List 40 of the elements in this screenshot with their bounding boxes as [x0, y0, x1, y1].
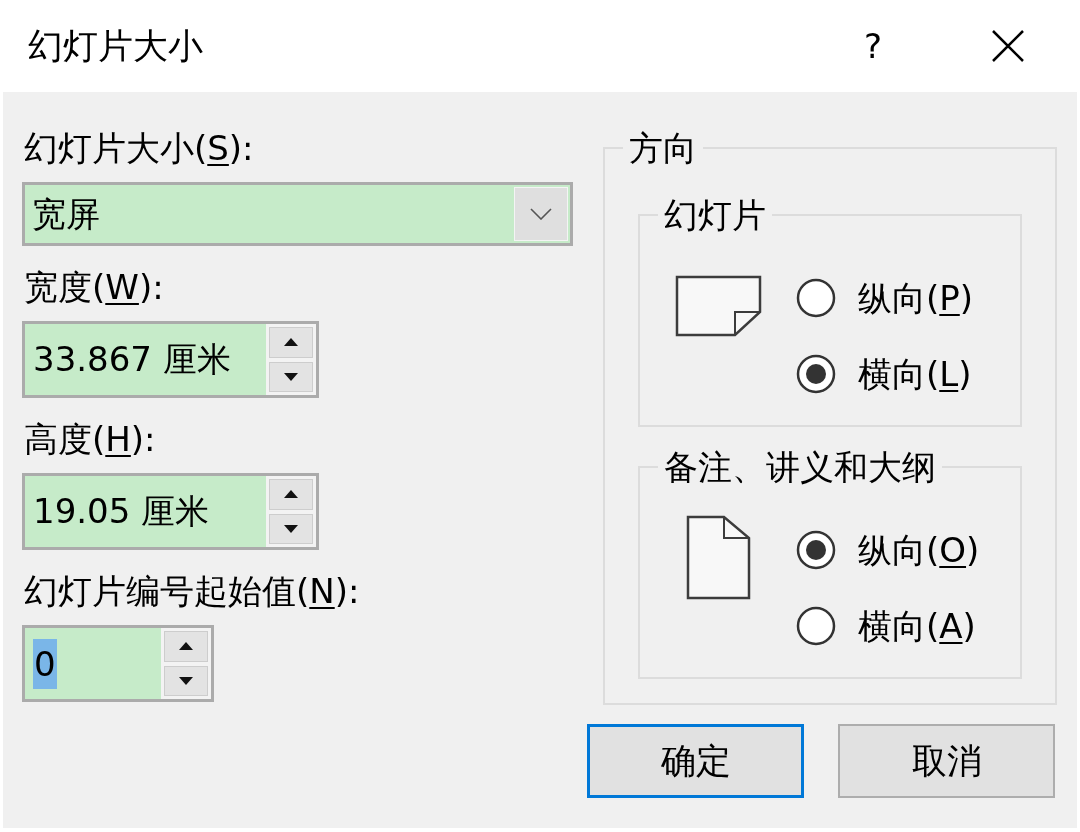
group-title: 方向: [628, 128, 698, 168]
triangle-down-icon: [284, 524, 298, 533]
chevron-down-icon: [530, 208, 552, 220]
spin-down-button[interactable]: [269, 361, 313, 392]
radio-label[interactable]: 纵向(P): [858, 278, 974, 318]
radio-button[interactable]: [796, 530, 836, 570]
spin-box[interactable]: 0: [22, 625, 214, 702]
close-icon: [992, 30, 1024, 62]
help-button[interactable]: ?: [827, 11, 919, 81]
size-dropdown[interactable]: 宽屏: [22, 182, 573, 246]
cancel-button[interactable]: 取消: [838, 724, 1055, 798]
triangle-down-icon: [179, 676, 193, 685]
window-title: 幻灯片大小: [28, 25, 203, 67]
portrait-page-icon: [685, 515, 751, 600]
group-title: 幻灯片: [663, 195, 767, 235]
group-title: 备注、讲义和大纲: [663, 447, 937, 487]
spin-box[interactable]: 33.867 厘米: [22, 321, 319, 398]
field-label: 高度(H):: [23, 419, 156, 459]
field-label: 幻灯片大小(S):: [23, 128, 254, 168]
radio-button[interactable]: [796, 278, 836, 318]
field-label: 宽度(W):: [23, 267, 164, 307]
radio-label[interactable]: 横向(L): [858, 354, 972, 394]
radio-label[interactable]: 纵向(O): [858, 530, 980, 570]
triangle-down-icon: [284, 372, 298, 381]
ok-button[interactable]: 确定: [587, 724, 804, 798]
spin-down-button[interactable]: [164, 665, 208, 696]
triangle-up-icon: [284, 338, 298, 347]
spin-up-button[interactable]: [269, 479, 313, 510]
triangle-up-icon: [284, 490, 298, 499]
radio-button[interactable]: [796, 606, 836, 646]
spin-up-button[interactable]: [164, 631, 208, 662]
radio-button[interactable]: [796, 354, 836, 394]
triangle-up-icon: [179, 642, 193, 651]
field-label: 幻灯片编号起始值(N):: [23, 571, 360, 611]
text-selection: 0: [33, 638, 57, 689]
landscape-page-icon: [674, 275, 762, 337]
spin-up-button[interactable]: [269, 327, 313, 358]
spin-down-button[interactable]: [269, 513, 313, 544]
radio-label[interactable]: 横向(A): [858, 606, 976, 646]
spin-box[interactable]: 19.05 厘米: [22, 473, 319, 550]
